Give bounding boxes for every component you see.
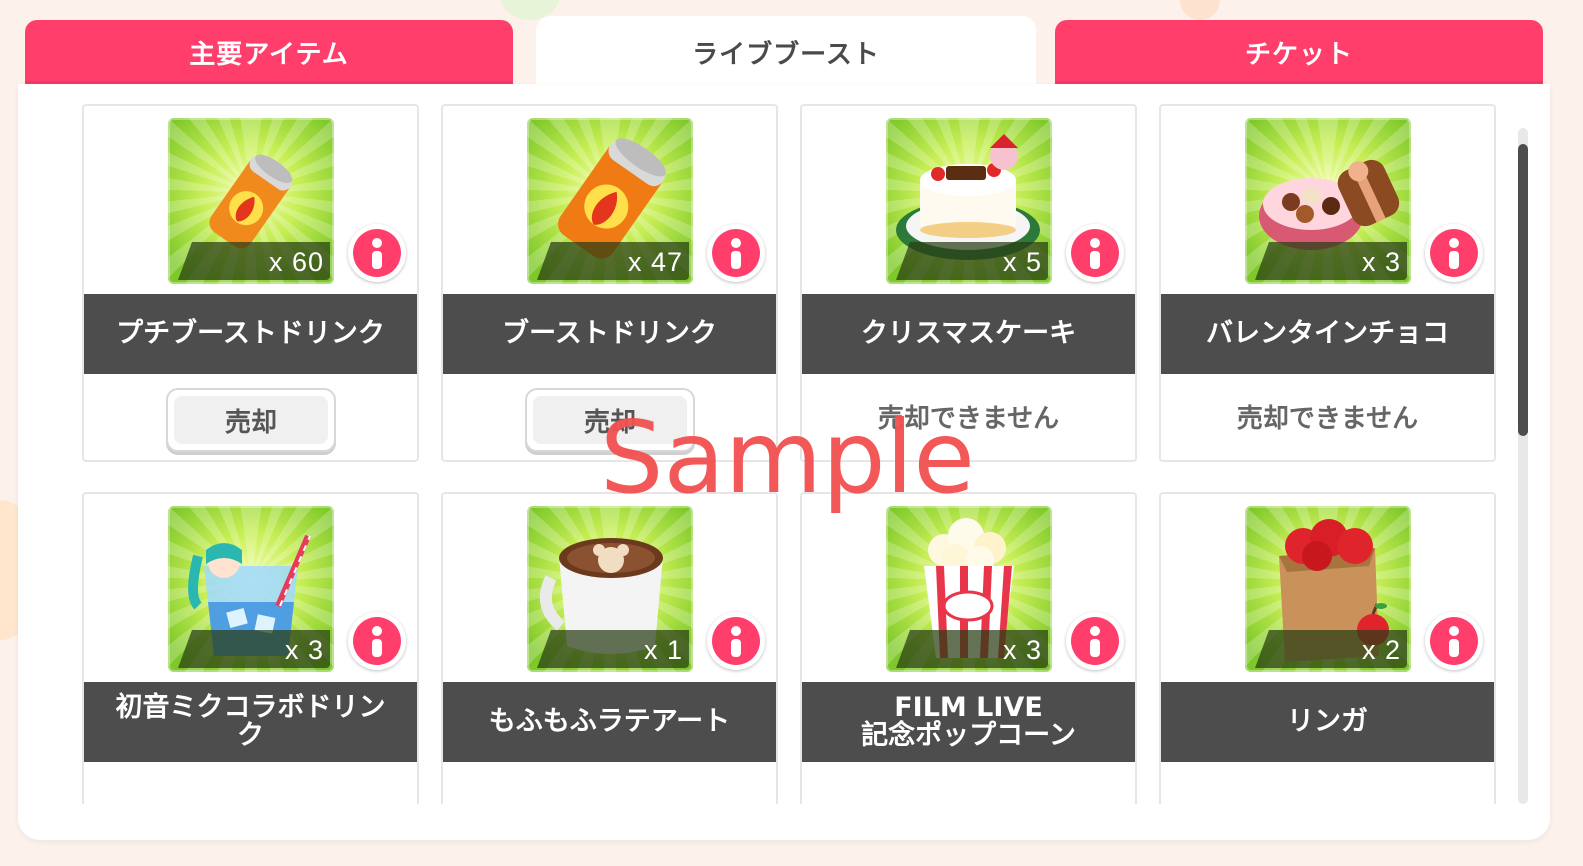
info-icon (1430, 617, 1478, 665)
item-thumbnail[interactable]: x 1 (527, 506, 693, 672)
item-quantity: x 5 (1002, 247, 1042, 277)
item-card: x 3 初音ミクコラボドリン ク (82, 492, 419, 804)
tab-tickets[interactable]: チケット (1055, 20, 1543, 84)
tab-live-boost[interactable]: ライブブースト (536, 16, 1036, 88)
not-sellable-label: 売却できません (1236, 404, 1419, 434)
item-name: リンガ (1161, 682, 1494, 762)
scrollbar[interactable] (1518, 128, 1528, 804)
info-icon (1071, 229, 1119, 277)
item-card: x 2 リンガ (1159, 492, 1496, 804)
sell-button[interactable]: 売却 (525, 388, 695, 452)
item-quantity: x 3 (284, 635, 324, 665)
item-quantity: x 2 (1361, 635, 1401, 665)
item-card: x 3 バレンタインチョコ 売却できません (1159, 104, 1496, 462)
info-icon (1430, 229, 1478, 277)
info-icon (1071, 617, 1119, 665)
item-name: プチブーストドリンク (84, 294, 417, 374)
sell-button[interactable]: 売却 (166, 388, 336, 452)
item-thumbnail[interactable]: x 60 (168, 118, 334, 284)
info-button[interactable] (707, 612, 765, 670)
item-name: もふもふラテアート (443, 682, 776, 762)
info-button[interactable] (348, 612, 406, 670)
item-card: x 3 FILM LIVE 記念ポップコーン (800, 492, 1137, 804)
info-button[interactable] (1066, 612, 1124, 670)
item-name: バレンタインチョコ (1161, 294, 1494, 374)
item-card: x 47 ブーストドリンク 売却 (441, 104, 778, 462)
info-icon (353, 229, 401, 277)
item-thumbnail[interactable]: x 47 (527, 118, 693, 284)
item-thumbnail[interactable]: x 3 (886, 506, 1052, 672)
info-button[interactable] (1066, 224, 1124, 282)
item-quantity: x 60 (268, 247, 324, 277)
item-quantity: x 1 (643, 635, 683, 665)
item-grid: x 60 プチブーストドリンク 売却 x 47 ブーストドリンク 売却 x 5 … (82, 104, 1502, 804)
tab-main-items[interactable]: 主要アイテム (25, 20, 513, 84)
item-thumbnail[interactable]: x 3 (168, 506, 334, 672)
info-button[interactable] (707, 224, 765, 282)
item-card: x 60 プチブーストドリンク 売却 (82, 104, 419, 462)
item-thumbnail[interactable]: x 5 (886, 118, 1052, 284)
scrollbar-thumb[interactable] (1518, 144, 1528, 436)
info-icon (712, 229, 760, 277)
info-icon (353, 617, 401, 665)
item-quantity: x 47 (627, 247, 683, 277)
item-thumbnail[interactable]: x 2 (1245, 506, 1411, 672)
item-card: x 5 クリスマスケーキ 売却できません (800, 104, 1137, 462)
item-card: x 1 もふもふラテアート (441, 492, 778, 804)
info-button[interactable] (1425, 612, 1483, 670)
item-quantity: x 3 (1002, 635, 1042, 665)
not-sellable-label: 売却できません (877, 404, 1060, 434)
item-name: ブーストドリンク (443, 294, 776, 374)
item-name: クリスマスケーキ (802, 294, 1135, 374)
info-button[interactable] (348, 224, 406, 282)
info-icon (712, 617, 760, 665)
background-decoration (1180, 0, 1220, 20)
info-button[interactable] (1425, 224, 1483, 282)
item-quantity: x 3 (1361, 247, 1401, 277)
item-name: 初音ミクコラボドリン ク (84, 682, 417, 762)
item-name: FILM LIVE 記念ポップコーン (802, 682, 1135, 762)
item-panel: x 60 プチブーストドリンク 売却 x 47 ブーストドリンク 売却 x 5 … (18, 84, 1550, 840)
item-thumbnail[interactable]: x 3 (1245, 118, 1411, 284)
